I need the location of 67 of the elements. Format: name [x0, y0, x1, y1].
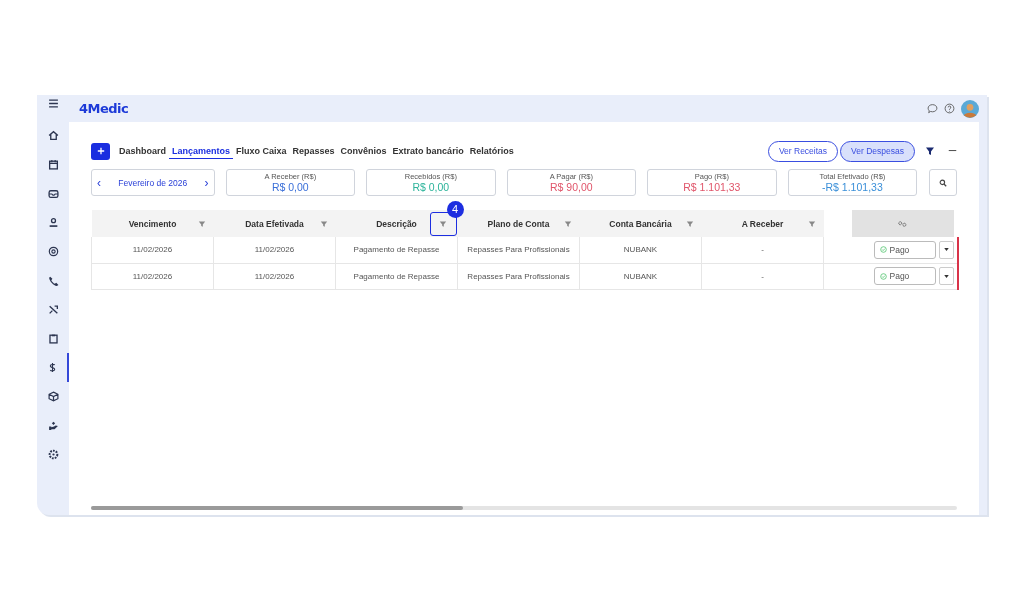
- card-value: R$ 1.101,33: [683, 181, 741, 193]
- tab[interactable]: Repasses: [289, 143, 338, 159]
- clipboard-icon: [47, 333, 59, 344]
- table-cell: 11/02/2026: [91, 263, 214, 289]
- tab[interactable]: Fluxo Caixa: [233, 143, 290, 159]
- next-button[interactable]: ›: [202, 176, 211, 189]
- tab[interactable]: Dashboard: [116, 143, 169, 159]
- card-value: R$ 0,00: [271, 181, 309, 193]
- column-title: Data Efetivada: [245, 218, 304, 229]
- person-icon: [47, 217, 59, 228]
- column-title: Conta Bancária: [609, 218, 672, 229]
- table-cell: -: [701, 237, 824, 263]
- plus-icon: [96, 147, 105, 155]
- settings-icon[interactable]: [898, 220, 907, 227]
- column-title: A Receber: [741, 218, 784, 229]
- hand-icon: [47, 420, 59, 431]
- box-icon: [47, 391, 59, 402]
- check-icon: [879, 272, 887, 280]
- tab[interactable]: Extrato bancário: [389, 143, 467, 159]
- caret-icon: [943, 248, 949, 252]
- table-cell: 11/02/2026: [91, 237, 214, 263]
- column-title: Plano de Conta: [487, 218, 550, 229]
- settings-icon: [47, 449, 59, 460]
- tab[interactable]: Convênios: [337, 143, 390, 159]
- table-cell: Repasses Para Profissionais: [457, 263, 580, 289]
- menu-icon[interactable]: [47, 98, 59, 109]
- table-cell: Pagamento de Repasse: [335, 263, 458, 289]
- add-button[interactable]: [91, 142, 110, 160]
- caret-icon: [943, 274, 949, 278]
- column-title: Descrição: [376, 218, 417, 229]
- view-button[interactable]: Ver Despesas: [840, 140, 915, 162]
- dropdown-button[interactable]: [938, 240, 954, 259]
- home-icon: [47, 130, 59, 141]
- dropdown-button[interactable]: [938, 267, 954, 285]
- status-button[interactable]: Pago: [873, 267, 936, 285]
- table-cell: -: [701, 263, 824, 289]
- table-cell: NUBANK: [579, 237, 702, 263]
- card-value: -R$ 1.101,33: [822, 181, 883, 193]
- app-logo: 4Medic: [79, 101, 129, 116]
- shuffle-icon: [47, 304, 59, 315]
- table-cell: NUBANK: [579, 263, 702, 289]
- phone-icon: [47, 275, 59, 286]
- table-cell: 11/02/2026: [213, 237, 336, 263]
- chat-icon[interactable]: [927, 103, 938, 114]
- table-cell: Pagamento de Repasse: [335, 237, 458, 263]
- previous-button[interactable]: ‹: [95, 176, 103, 189]
- avatar[interactable]: [961, 99, 979, 118]
- search-icon: [939, 178, 948, 187]
- card-value: R$ 0,00: [412, 181, 450, 193]
- period-label: Fevereiro de 2026: [118, 177, 188, 188]
- tab[interactable]: Lançamentos: [169, 143, 234, 159]
- minimize-icon[interactable]: [948, 150, 957, 152]
- table-cell: 11/02/2026: [213, 263, 336, 289]
- calendar-icon: [47, 159, 59, 170]
- table-cell: Repasses Para Profissionais: [457, 237, 580, 263]
- help-icon[interactable]: [944, 103, 955, 114]
- check-icon: [879, 246, 887, 254]
- step-badge: 4: [446, 200, 464, 218]
- filter-icon[interactable]: [925, 146, 935, 156]
- tab[interactable]: Relatórios: [466, 143, 517, 159]
- scrollbar[interactable]: [91, 506, 957, 510]
- search-button[interactable]: [929, 169, 958, 196]
- card-value: R$ 90,00: [550, 181, 593, 193]
- view-button[interactable]: Ver Receitas: [767, 140, 839, 162]
- status-button[interactable]: Pago: [873, 240, 936, 259]
- column-title: Vencimento: [128, 218, 177, 229]
- inbox-icon: [47, 188, 59, 199]
